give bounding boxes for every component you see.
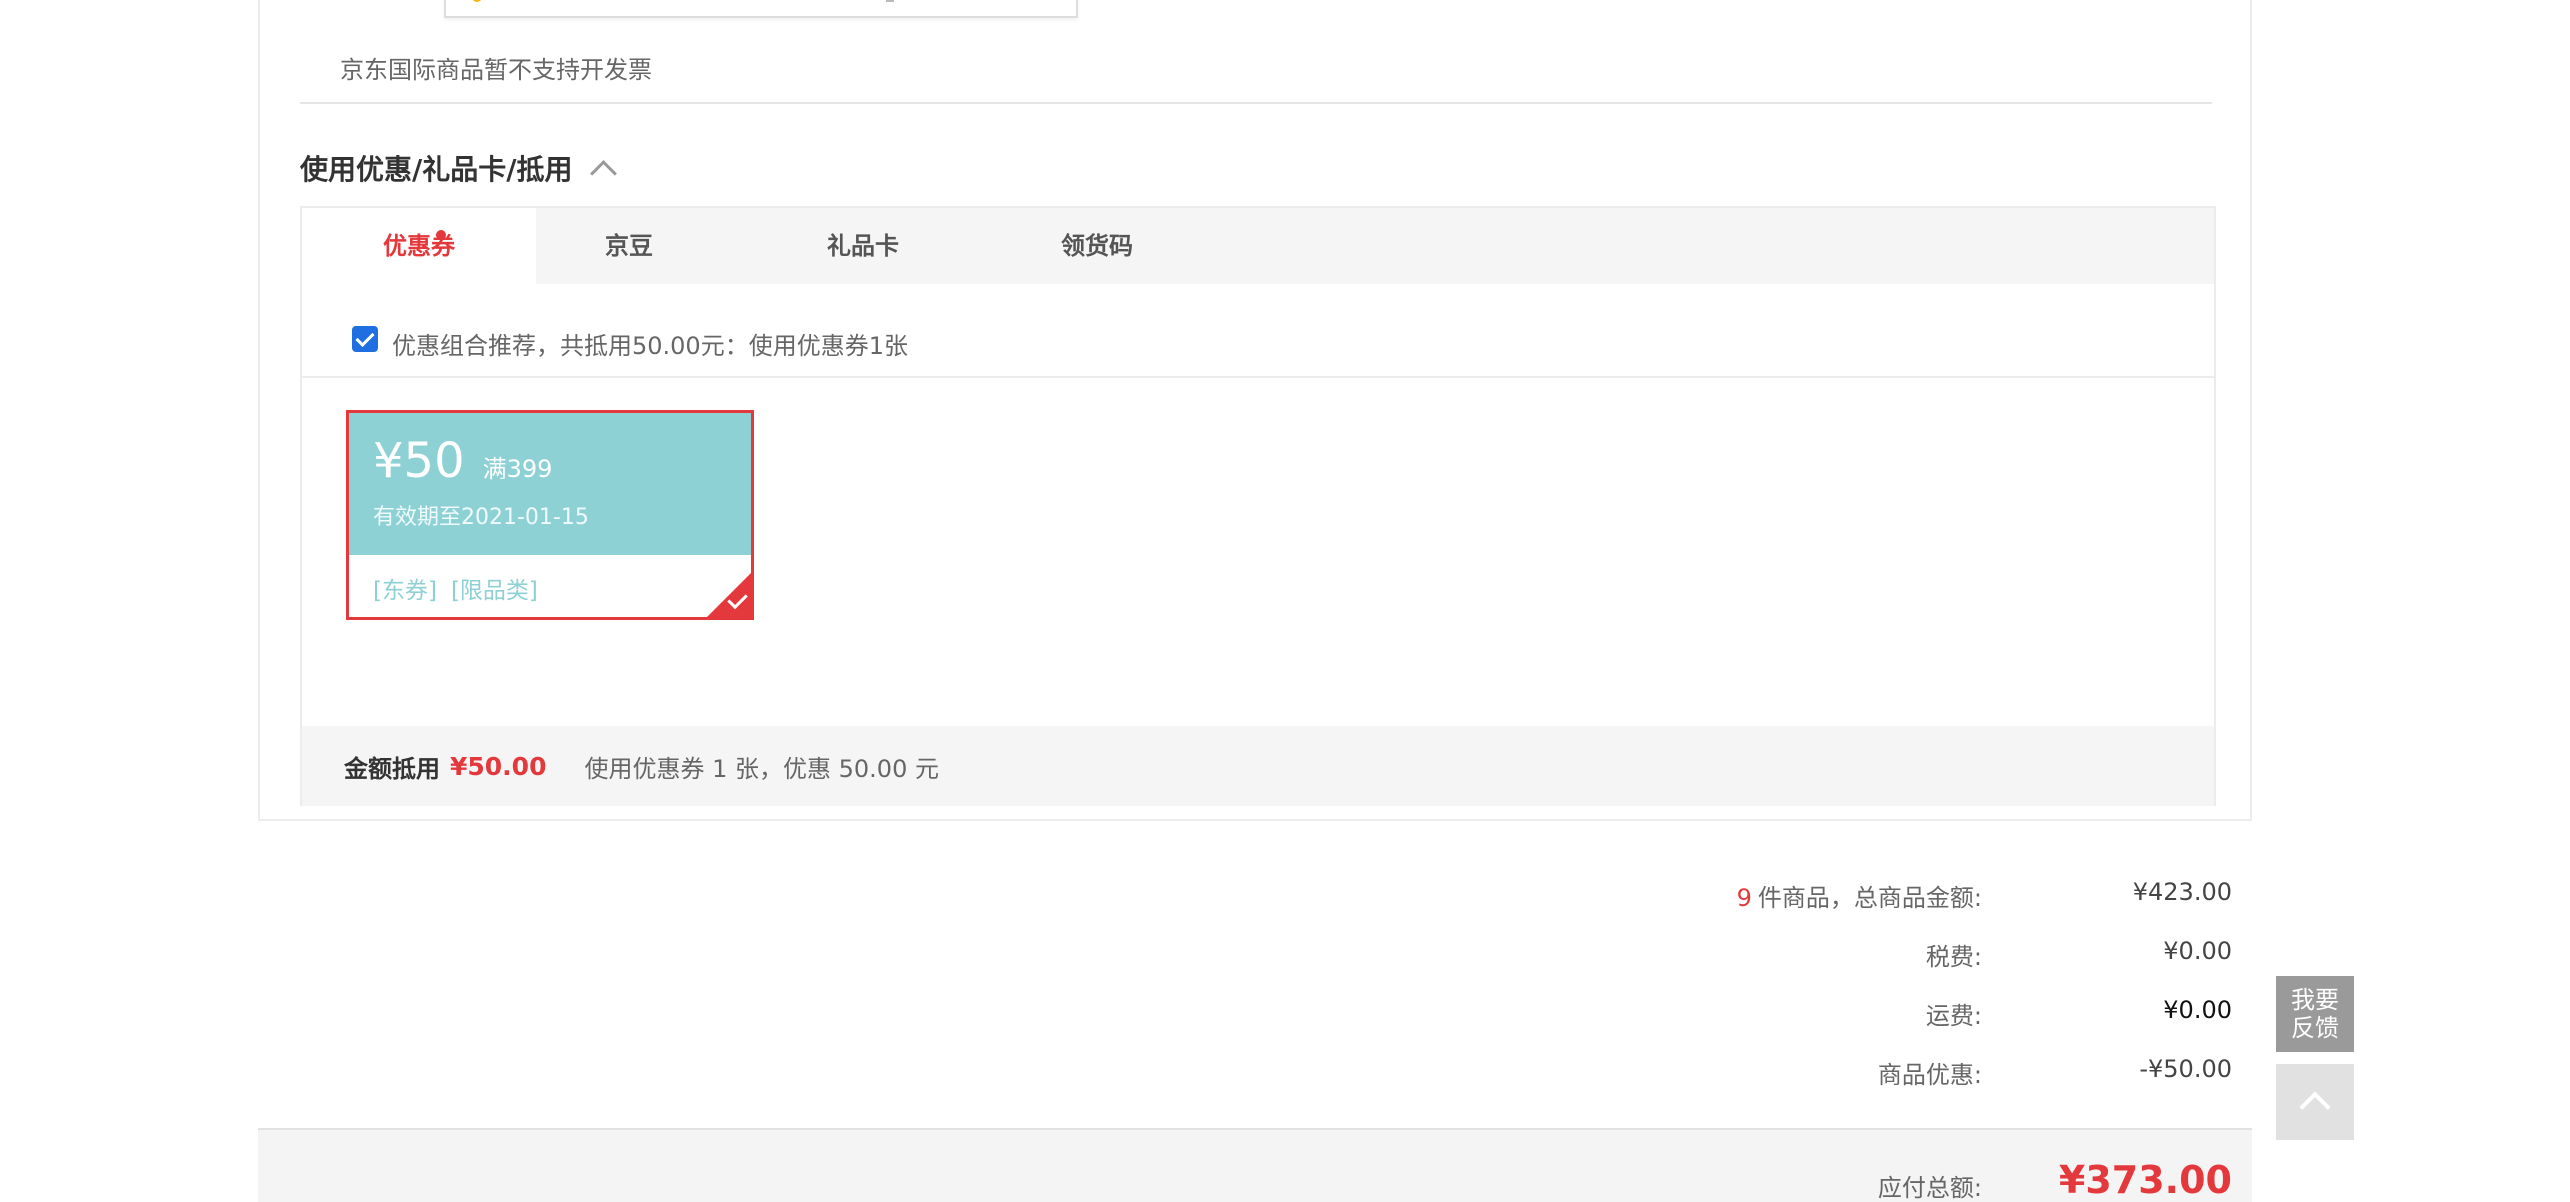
item-count: 9: [1736, 884, 1752, 912]
tab-redeem-code-label: 领货码: [1061, 232, 1133, 260]
tab-gift-card[interactable]: 礼品卡: [746, 208, 980, 284]
items-label-text: 件商品，总商品金额:: [1757, 884, 1982, 912]
tax-row: 税费: ¥0.00: [258, 937, 2232, 977]
combo-recommend-row: 优惠组合推荐，共抵用50.00元：使用优惠券1张: [302, 284, 2214, 378]
discount-summary-desc: 使用优惠券 1 张，优惠 50.00 元: [584, 754, 939, 783]
coupon-tag: [限品类]: [450, 578, 538, 604]
items-total-row: 9 件商品，总商品金额: ¥423.00: [258, 878, 2232, 918]
divider: [300, 102, 2212, 104]
coupon-amount-row: ¥50 满399: [373, 433, 552, 489]
shipping-row: 运费: ¥0.00: [258, 996, 2232, 1036]
new-dot-icon: [436, 230, 446, 240]
chevron-up-icon: [590, 159, 618, 187]
tab-gift-card-label: 礼品卡: [827, 232, 899, 260]
checkout-page: 京东国际商品暂不支持开发票 使用优惠/礼品卡/抵用 优惠券 京豆 礼品卡 领货码…: [0, 0, 2570, 1202]
discount-label: 商品优惠:: [1877, 1061, 1982, 1089]
discount-section-toggle[interactable]: 使用优惠/礼品卡/抵用: [300, 148, 618, 188]
discount-row: 商品优惠: -¥50.00: [258, 1055, 2232, 1095]
discount-section-title: 使用优惠/礼品卡/抵用: [300, 153, 573, 186]
coupon-amount: ¥50: [373, 433, 465, 489]
combo-recommend-text: 优惠组合推荐，共抵用50.00元：使用优惠券1张: [392, 332, 908, 360]
feedback-line2: 反馈: [2291, 1014, 2339, 1042]
tab-coupon[interactable]: 优惠券: [302, 208, 536, 284]
dropdown-popup-fragment: [444, 0, 1078, 18]
combo-recommend-checkbox[interactable]: [352, 326, 378, 352]
feedback-line1: 我要: [2291, 986, 2339, 1014]
chevron-up-icon: [2299, 1091, 2331, 1123]
tax-value: ¥0.00: [2163, 937, 2232, 965]
discount-tab-box: 优惠券 京豆 礼品卡 领货码 优惠组合推荐，共抵用50.00元：使用优惠券1张 …: [300, 206, 2216, 806]
discount-summary-label: 金额抵用: [344, 754, 440, 783]
payable-label: 应付总额:: [1877, 1174, 1982, 1202]
coupon-card[interactable]: ¥50 满399 有效期至2021-01-15 [东券] [限品类]: [346, 410, 754, 620]
invoice-note: 京东国际商品暂不支持开发票: [340, 56, 652, 84]
tab-redeem-code[interactable]: 领货码: [980, 208, 1214, 284]
tab-jingdou[interactable]: 京豆: [512, 208, 746, 284]
discount-tab-bar: 优惠券 京豆 礼品卡 领货码: [302, 208, 2214, 284]
items-total-label: 9 件商品，总商品金额:: [1737, 878, 1982, 913]
coupon-tag: [东券]: [373, 578, 437, 604]
discount-summary-value: ¥50.00: [450, 751, 547, 781]
tab-jingdou-label: 京豆: [605, 232, 653, 260]
discount-summary-bar: 金额抵用 ¥50.00 使用优惠券 1 张，优惠 50.00 元: [302, 726, 2214, 806]
coupon-validity: 有效期至2021-01-15: [373, 505, 589, 530]
discount-value: -¥50.00: [2139, 1055, 2232, 1083]
popup-mark: [886, 0, 894, 2]
back-to-top-button[interactable]: [2276, 1064, 2354, 1140]
shipping-value: ¥0.00: [2163, 996, 2232, 1024]
coupon-tags: [东券] [限品类]: [373, 571, 552, 605]
warning-icon: [472, 0, 482, 2]
payable-value: ¥373.00: [2058, 1158, 2232, 1202]
feedback-button[interactable]: 我要 反馈: [2276, 976, 2354, 1052]
shipping-label: 运费:: [1925, 1002, 1982, 1030]
items-total-value: ¥423.00: [2132, 878, 2232, 906]
coupon-condition: 满399: [482, 455, 553, 483]
payable-bar: 应付总额: ¥373.00: [258, 1128, 2252, 1202]
tax-label: 税费:: [1925, 943, 1982, 971]
